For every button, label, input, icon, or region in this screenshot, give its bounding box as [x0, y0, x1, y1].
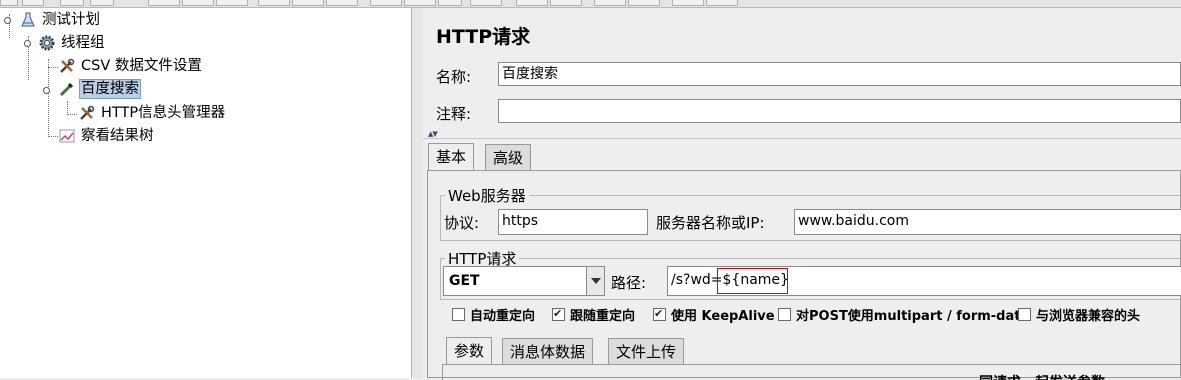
test-plan-tree: 测试计划 线程组 CSV 数据文件设置 百度搜索 HTTP信息头管理器 察看结果…: [0, 8, 411, 378]
tab-file-upload[interactable]: 文件上传: [608, 338, 685, 364]
checkbox-box: [552, 305, 565, 323]
toolbar-button[interactable]: [706, 0, 738, 6]
tree-toggle-handle[interactable]: [4, 17, 11, 24]
follow-redirect-checkbox[interactable]: 跟随重定向: [552, 305, 636, 326]
tree-connector: [48, 59, 49, 137]
collapse-arrows-icon[interactable]: ▲▼: [428, 130, 438, 138]
method-value: GET: [449, 273, 480, 289]
toolbar-button[interactable]: [326, 0, 358, 6]
path-label: 路径:: [611, 274, 647, 292]
checkbox-box: [653, 305, 666, 323]
parameters-caption: 同请求一起发送参数: [979, 372, 1105, 380]
toolbar-button[interactable]: [594, 0, 626, 6]
pipette-icon: [58, 80, 76, 98]
divider: [423, 138, 1181, 139]
checkbox-box: [452, 308, 465, 321]
toolbar-button[interactable]: [182, 0, 214, 6]
tab-advanced[interactable]: 高级: [485, 144, 532, 170]
toolbar-button[interactable]: [438, 0, 462, 6]
http-request-panel: HTTP请求 名称: 百度搜索 注释: ▲▼ 基本 高级 Web服务器 协议: …: [423, 8, 1181, 380]
toolbar-button[interactable]: [672, 0, 704, 6]
checkbox-label: 对POST使用multipart / form-data: [796, 309, 1030, 324]
web-server-group: Web服务器 协议: https 服务器名称或IP: www.baidu.com: [440, 185, 1181, 241]
toolbar-button[interactable]: [470, 0, 502, 6]
tree-item-test-plan[interactable]: 测试计划: [19, 10, 102, 30]
toolbar-button[interactable]: [0, 0, 18, 6]
flask-icon: [19, 11, 37, 29]
name-label: 名称:: [436, 68, 472, 86]
toolbar-button[interactable]: [628, 0, 660, 6]
tree-connector: [67, 114, 77, 115]
toolbar: [0, 0, 1181, 8]
highlight-box: [717, 268, 788, 294]
toolbar-button[interactable]: [516, 0, 548, 6]
tree-toggle-handle[interactable]: [43, 87, 50, 94]
browser-headers-checkbox[interactable]: 与浏览器兼容的头: [1018, 308, 1140, 326]
checkbox-label: 与浏览器兼容的头: [1036, 309, 1141, 324]
tree-connector: [48, 136, 58, 137]
tree-item-csv-config[interactable]: CSV 数据文件设置: [58, 56, 204, 76]
tree-item-view-results-tree[interactable]: 察看结果树: [58, 126, 156, 146]
path-prefix: /s?wd=: [671, 272, 723, 288]
comment-field[interactable]: [498, 99, 1181, 123]
tree-item-thread-group[interactable]: 线程组: [38, 33, 107, 53]
keepalive-checkbox[interactable]: 使用 KeepAlive: [653, 305, 775, 326]
chart-icon: [58, 127, 76, 145]
tab-basic[interactable]: 基本: [428, 143, 475, 171]
wrench-icon: [78, 104, 96, 122]
comment-label: 注释:: [436, 105, 472, 123]
dropdown-arrow-icon[interactable]: [586, 267, 604, 295]
tab-parameters[interactable]: 参数: [446, 337, 493, 365]
name-field[interactable]: 百度搜索: [498, 62, 1181, 86]
gear-icon: [38, 34, 56, 52]
tree-item-header-manager[interactable]: HTTP信息头管理器: [78, 103, 227, 123]
tree-toggle-handle[interactable]: [24, 40, 31, 47]
checkbox-label: 跟随重定向: [570, 309, 636, 324]
tree-item-label: 测试计划: [42, 12, 100, 28]
tree-item-baidu-search[interactable]: 百度搜索: [58, 79, 141, 99]
toolbar-button[interactable]: [550, 0, 582, 6]
page-title: HTTP请求: [436, 26, 531, 48]
multipart-checkbox[interactable]: 对POST使用multipart / form-data: [778, 308, 1029, 326]
toolbar-button[interactable]: [90, 0, 114, 6]
protocol-label: 协议:: [444, 214, 480, 232]
toolbar-button[interactable]: [22, 0, 44, 6]
toolbar-button[interactable]: [258, 0, 290, 6]
web-server-group-title: Web服务器: [445, 185, 529, 206]
tree-connector: [48, 67, 58, 68]
wrench-icon: [58, 57, 76, 75]
toolbar-button[interactable]: [60, 0, 84, 6]
toolbar-button[interactable]: [370, 0, 402, 6]
checkbox-label: 使用 KeepAlive: [671, 309, 775, 324]
checkbox-box: [1018, 308, 1031, 321]
method-select[interactable]: GET: [443, 266, 605, 296]
auto-redirect-checkbox[interactable]: 自动重定向: [452, 308, 535, 326]
tree-item-label: CSV 数据文件设置: [81, 58, 202, 74]
checkbox-label: 自动重定向: [470, 309, 536, 324]
toolbar-button[interactable]: [148, 0, 180, 6]
toolbar-button[interactable]: [216, 0, 248, 6]
toolbar-button[interactable]: [404, 0, 436, 6]
tree-connector: [67, 101, 68, 115]
tree-item-label: 察看结果树: [81, 128, 154, 144]
tree-item-label: HTTP信息头管理器: [101, 105, 226, 121]
server-name-field[interactable]: www.baidu.com: [794, 209, 1181, 235]
tab-body-data[interactable]: 消息体数据: [502, 338, 594, 364]
server-name-label: 服务器名称或IP:: [656, 214, 765, 232]
checkbox-box: [778, 308, 791, 321]
basic-tab-content: Web服务器 协议: https 服务器名称或IP: www.baidu.com…: [427, 170, 1181, 380]
tree-item-label: 百度搜索: [79, 79, 141, 99]
tree-item-label: 线程组: [61, 35, 105, 51]
protocol-field[interactable]: https: [498, 209, 648, 235]
toolbar-button[interactable]: [292, 0, 324, 6]
